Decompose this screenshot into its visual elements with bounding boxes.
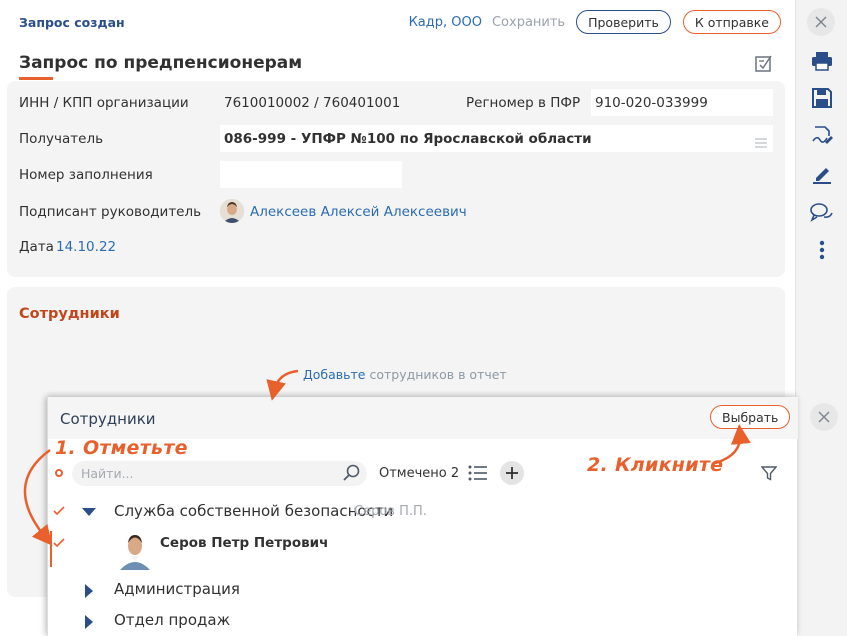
annotation-arrows: [23, 369, 751, 546]
hint-arrow: [266, 369, 299, 401]
step2-arrow: [711, 424, 751, 466]
step1-arrow: [23, 448, 53, 546]
